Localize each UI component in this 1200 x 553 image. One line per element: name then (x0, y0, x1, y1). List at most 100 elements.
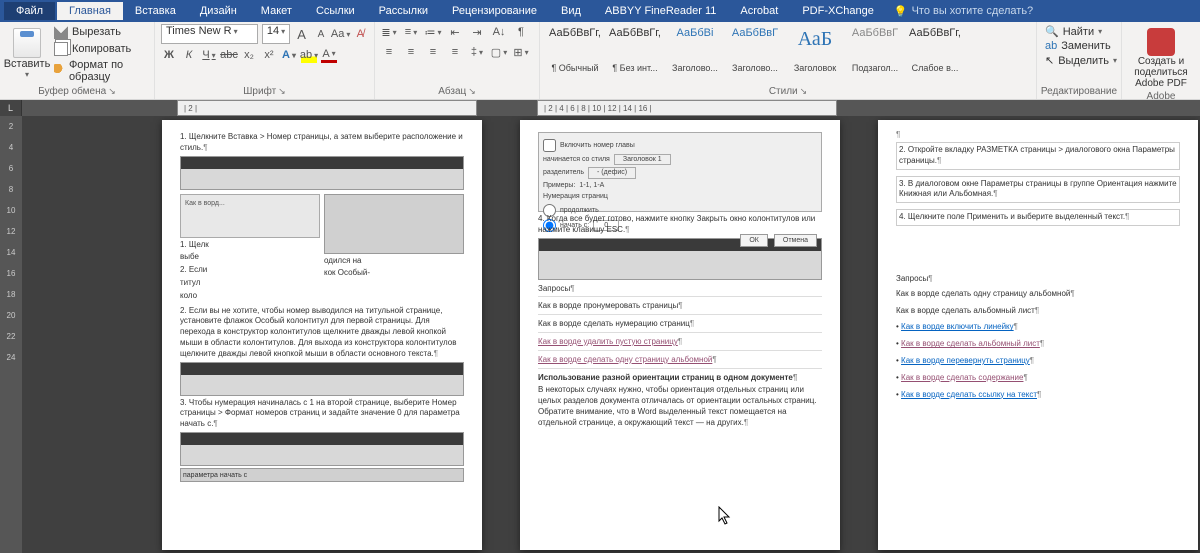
doc-link: • Как в ворде сделать ссылку на текст (896, 388, 1180, 403)
menu-insert[interactable]: Вставка (123, 2, 188, 20)
multilevel-button[interactable]: ≔ (425, 24, 441, 40)
strike-button[interactable]: abc (221, 47, 237, 63)
bold-button[interactable]: Ж (161, 47, 177, 63)
doc-link: Как в ворде сделать альбомный лист (896, 304, 1180, 319)
doc-text: В некоторых случаях нужно, чтобы ориента… (538, 385, 822, 428)
styles-launcher-icon[interactable]: ↘ (800, 86, 808, 97)
menu-file[interactable]: Файл (4, 2, 55, 20)
menu-references[interactable]: Ссылки (304, 2, 367, 20)
page-2: Включить номер главы начинается со стиля… (520, 120, 840, 550)
embedded-dialog: Включить номер главы начинается со стиля… (538, 132, 822, 212)
styles-gallery[interactable]: АаБбВвГг,¶ ОбычныйАаБбВвГг,¶ Без инт...А… (546, 24, 1030, 80)
paste-button[interactable]: Вставить ▾ (6, 24, 48, 84)
font-launcher-icon[interactable]: ↘ (278, 86, 286, 97)
adobe-create-share-button[interactable]: Создать и поделиться Adobe PDF (1128, 24, 1194, 89)
borders-button[interactable]: ⊞ (513, 44, 529, 60)
paragraph-launcher-icon[interactable]: ↘ (468, 86, 476, 97)
italic-button[interactable]: К (181, 47, 197, 63)
brush-icon (54, 64, 65, 78)
align-center-button[interactable]: ≡ (403, 44, 419, 60)
menu-design[interactable]: Дизайн (188, 2, 249, 20)
embedded-screenshot: Как в ворд... (180, 194, 320, 238)
doc-link: Запросы (538, 282, 822, 298)
style-card[interactable]: АаБбВіЗаголово... (666, 24, 724, 76)
doc-link: • Как в ворде перевернуть страницу (896, 354, 1180, 369)
doc-link: Как в ворде сделать нумерацию страниц (538, 317, 822, 333)
cut-button[interactable]: Вырезать (52, 24, 148, 40)
menu-home[interactable]: Главная (57, 2, 123, 20)
doc-text: 3. В диалоговом окне Параметры страницы … (896, 176, 1180, 204)
show-marks-button[interactable]: ¶ (513, 24, 529, 40)
doc-text: 2. Если вы не хотите, чтобы номер выводи… (180, 306, 464, 360)
group-clipboard: Вставить ▾ Вырезать Копировать Формат по… (0, 22, 155, 99)
style-card[interactable]: АаБбВвГПодзагол... (846, 24, 904, 76)
embedded-screenshot: параметра начать с (180, 468, 464, 482)
decrease-indent-button[interactable]: ⇤ (447, 24, 463, 40)
menu-mailings[interactable]: Рассылки (367, 2, 440, 20)
find-button[interactable]: 🔍Найти▾ (1043, 24, 1115, 39)
font-name-select[interactable]: Times New R (161, 24, 258, 44)
menu-layout[interactable]: Макет (249, 2, 304, 20)
subscript-button[interactable]: x₂ (241, 47, 257, 63)
style-card[interactable]: АаБЗаголовок (786, 24, 844, 76)
underline-button[interactable]: Ч (201, 47, 217, 63)
group-editing: 🔍Найти▾ abЗаменить ↖Выделить▾ Редактиров… (1037, 22, 1122, 99)
group-paragraph: ≣ ≡ ≔ ⇤ ⇥ A↓ ¶ ≡ ≡ ≡ ≡ ‡ ▢ ⊞ Абзац↘ (375, 22, 540, 99)
clipboard-launcher-icon[interactable]: ↘ (108, 86, 116, 97)
change-case-button[interactable]: Aa (333, 26, 349, 42)
menu-abbyy[interactable]: ABBYY FineReader 11 (593, 2, 729, 20)
page-1: 1. Щелкните Вставка > Номер страницы, а … (162, 120, 482, 550)
lightbulb-icon: 💡 (894, 5, 908, 18)
superscript-button[interactable]: x² (261, 47, 277, 63)
style-card[interactable]: АаБбВвГг,¶ Без инт... (606, 24, 664, 76)
ruler-horizontal[interactable]: L | 2 | | 2 | 4 | 6 | 8 | 10 | 12 | 14 |… (0, 100, 1200, 116)
doc-link: Как в ворде удалить пустую страницу (538, 335, 822, 351)
menu-bar: Файл Главная Вставка Дизайн Макет Ссылки… (0, 0, 1200, 22)
style-card[interactable]: АаБбВвГЗаголово... (726, 24, 784, 76)
ruler-vertical[interactable]: 24681012141618202224 (0, 116, 22, 553)
group-styles: АаБбВвГг,¶ ОбычныйАаБбВвГг,¶ Без инт...А… (540, 22, 1037, 99)
shading-button[interactable]: ▢ (491, 44, 507, 60)
highlight-button[interactable]: ab (301, 47, 317, 63)
doc-heading: Использование разной ориентации страниц … (538, 373, 822, 384)
font-color-button[interactable]: A (321, 47, 337, 63)
menu-acrobat[interactable]: Acrobat (728, 2, 790, 20)
embedded-screenshot (324, 194, 464, 254)
grow-font-button[interactable]: A (294, 26, 309, 42)
style-card[interactable]: АаБбВвГг,¶ Обычный (546, 24, 604, 76)
style-card[interactable]: АаБбВвГг,Слабое в... (906, 24, 964, 76)
doc-link: • Как в ворде сделать содержание (896, 371, 1180, 386)
justify-button[interactable]: ≡ (447, 44, 463, 60)
group-font: Times New R 14 A A Aa A̸ Ж К Ч abc x₂ x²… (155, 22, 375, 99)
cursor-icon: ↖ (1045, 54, 1054, 67)
replace-button[interactable]: abЗаменить (1043, 39, 1115, 53)
ribbon: Вставить ▾ Вырезать Копировать Формат по… (0, 22, 1200, 100)
align-right-button[interactable]: ≡ (425, 44, 441, 60)
group-adobe: Создать и поделиться Adobe PDF Adobe (1122, 22, 1200, 99)
menu-view[interactable]: Вид (549, 2, 593, 20)
doc-text: 1. Щелкните Вставка > Номер страницы, а … (180, 132, 464, 154)
numbering-button[interactable]: ≡ (403, 24, 419, 40)
increase-indent-button[interactable]: ⇥ (469, 24, 485, 40)
document-workspace[interactable]: 1. Щелкните Вставка > Номер страницы, а … (22, 116, 1200, 553)
page-3: 2. Откройте вкладку РАЗМЕТКА страницы > … (878, 120, 1198, 550)
doc-link: Как в ворде сделать одну страницу альбом… (896, 287, 1180, 302)
select-button[interactable]: ↖Выделить▾ (1043, 53, 1115, 68)
tell-me-search[interactable]: 💡 Что вы хотите сделать? (894, 5, 1033, 18)
copy-button[interactable]: Копировать (52, 41, 148, 57)
doc-text: 2. Откройте вкладку РАЗМЕТКА страницы > … (896, 142, 1180, 170)
text-effects-button[interactable]: A (281, 47, 297, 63)
clear-format-button[interactable]: A̸ (353, 26, 368, 42)
format-painter-button[interactable]: Формат по образцу (52, 58, 148, 84)
sort-button[interactable]: A↓ (491, 24, 507, 40)
doc-text: Запросы (896, 274, 1180, 285)
line-spacing-button[interactable]: ‡ (469, 44, 485, 60)
menu-pdfxchange[interactable]: PDF-XChange (790, 2, 886, 20)
embedded-screenshot (180, 156, 464, 190)
align-left-button[interactable]: ≡ (381, 44, 397, 60)
menu-review[interactable]: Рецензирование (440, 2, 549, 20)
bullets-button[interactable]: ≣ (381, 24, 397, 40)
shrink-font-button[interactable]: A (313, 26, 328, 42)
copy-icon (54, 42, 68, 56)
font-size-select[interactable]: 14 (262, 24, 290, 44)
